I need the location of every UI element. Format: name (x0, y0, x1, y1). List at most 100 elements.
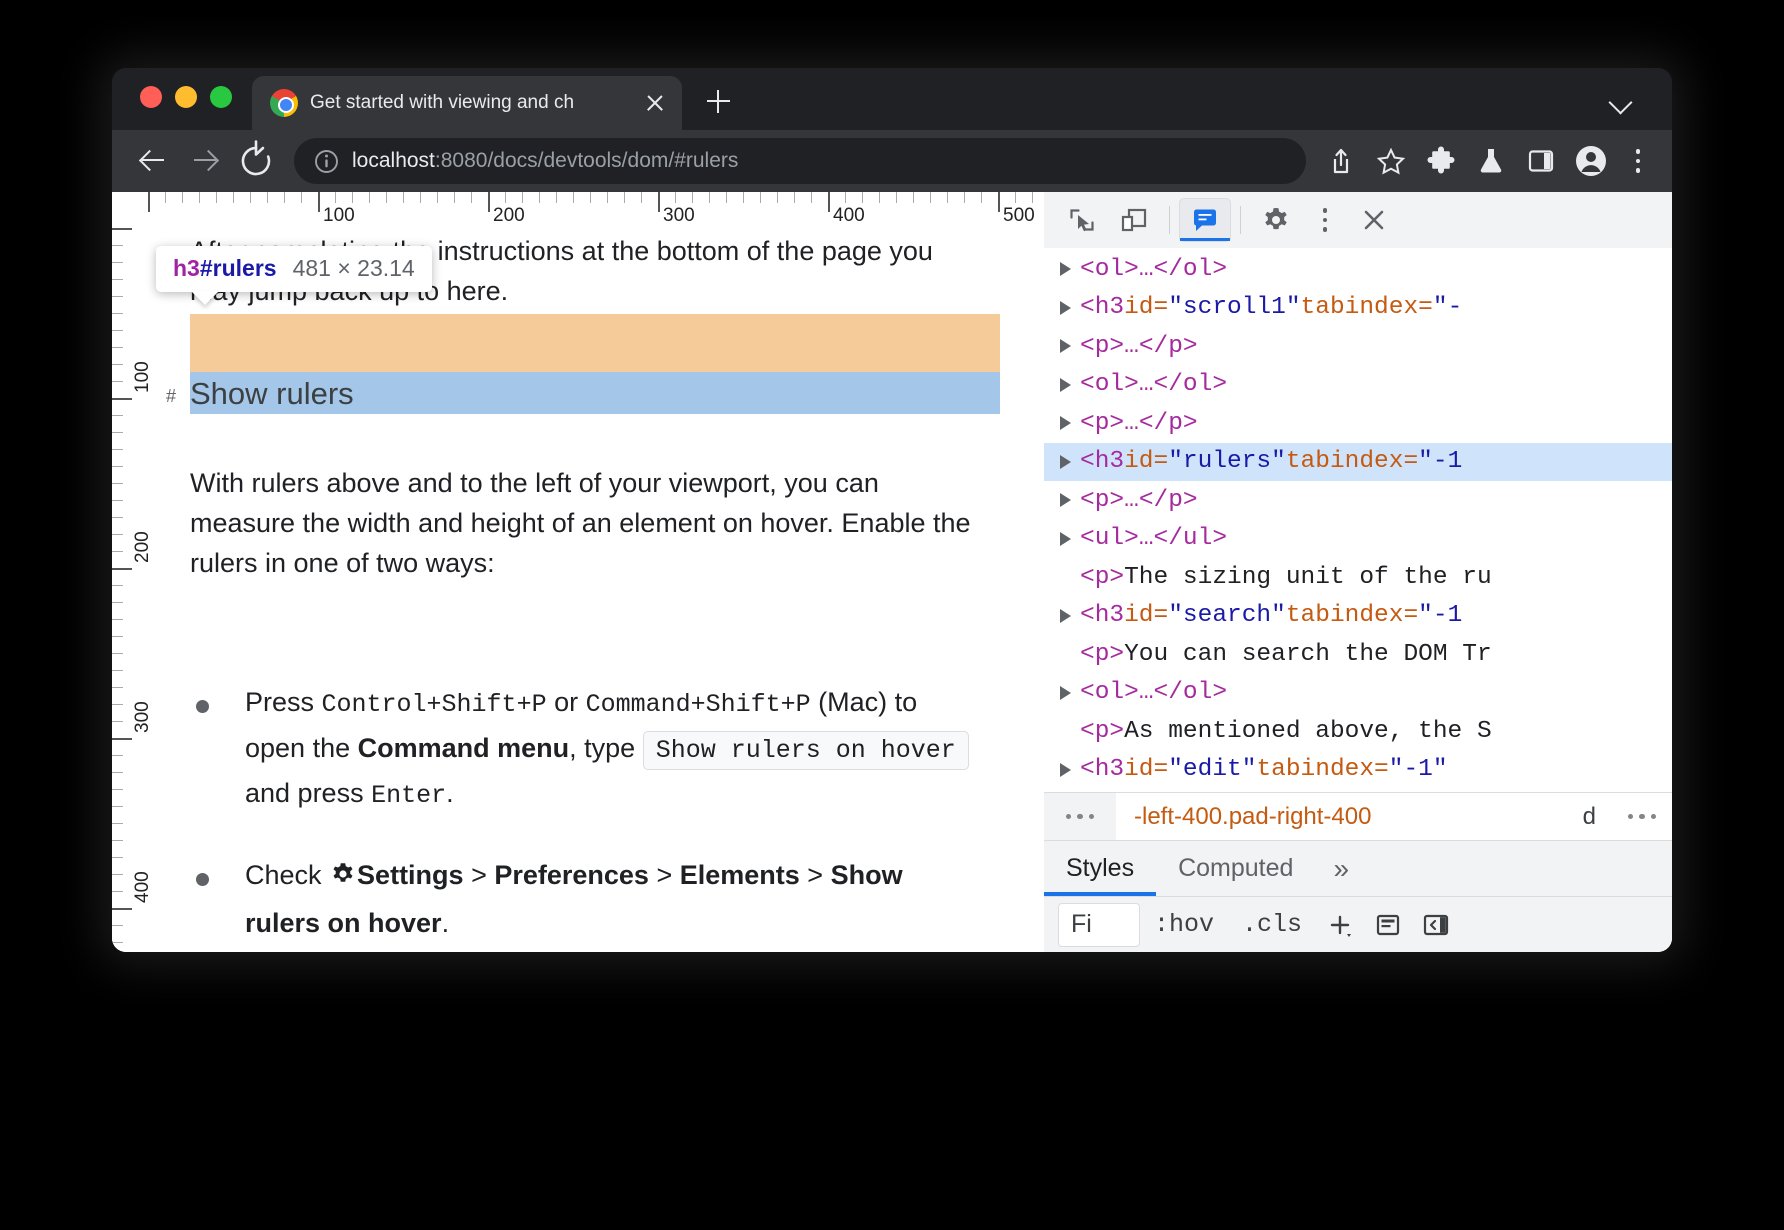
b2-l2-post: . (442, 908, 450, 938)
url-text: localhost:8080/docs/devtools/dom/#rulers (352, 149, 1288, 173)
ruler-tick (1015, 192, 1016, 203)
breadcrumb-overflow-button[interactable] (1044, 793, 1116, 841)
expand-triangle-icon[interactable] (1058, 339, 1080, 353)
browser-tab[interactable]: Get started with viewing and ch (252, 76, 682, 130)
maximize-window-button[interactable] (210, 86, 232, 108)
filter-input[interactable]: Fi (1058, 903, 1140, 947)
dom-row[interactable]: <ol>…</ol> (1044, 674, 1672, 713)
ruler-tick (199, 192, 200, 203)
toggle-sidebar-icon[interactable] (1412, 903, 1460, 947)
experiments-flask-icon[interactable] (1468, 138, 1514, 184)
ruler-tick (112, 704, 123, 705)
copy-styles-icon[interactable] (1364, 903, 1412, 947)
minimize-window-button[interactable] (175, 86, 197, 108)
dom-row[interactable]: <ol>…</ol> (1044, 250, 1672, 289)
dom-token: "search" (1168, 602, 1286, 629)
ruler-tick (352, 192, 353, 203)
dom-token: As mentioned above, the S (1124, 718, 1492, 745)
dom-row[interactable]: <p>As mentioned above, the S (1044, 712, 1672, 751)
expand-triangle-icon[interactable] (1058, 763, 1080, 777)
dom-row[interactable]: <ul>…</ul> (1044, 520, 1672, 559)
back-button[interactable] (128, 137, 176, 185)
expand-triangle-icon[interactable] (1058, 301, 1080, 315)
dom-token: </p> (1139, 487, 1198, 514)
dom-row[interactable]: <p>…</p> (1044, 404, 1672, 443)
dom-token: id= (1124, 602, 1168, 629)
devtools-panel: <ol>…</ol><h3 id="scroll1" tabindex="-<p… (1044, 192, 1672, 952)
device-toolbar-icon[interactable] (1108, 198, 1160, 242)
reload-button[interactable] (232, 137, 280, 185)
close-window-button[interactable] (140, 86, 162, 108)
ruler-tick (964, 192, 965, 203)
expand-triangle-icon[interactable] (1058, 532, 1080, 546)
dom-row[interactable]: <p>…</p> (1044, 481, 1672, 520)
dom-row[interactable]: <h3 id="edit" tabindex="-1" (1044, 751, 1672, 790)
dom-token: The sizing unit of the ru (1124, 564, 1492, 591)
tab-styles[interactable]: Styles (1044, 841, 1156, 896)
close-icon[interactable] (642, 90, 668, 116)
inspect-cursor-icon[interactable] (1056, 198, 1108, 242)
chevron-down-icon[interactable] (1608, 88, 1636, 116)
close-x-icon[interactable] (1348, 198, 1400, 242)
side-panel-icon[interactable] (1518, 138, 1564, 184)
expand-triangle-icon[interactable] (1058, 686, 1080, 700)
dom-row[interactable]: <p>The sizing unit of the ru (1044, 558, 1672, 597)
devtools-toolbar (1044, 192, 1672, 248)
expand-triangle-icon[interactable] (1058, 416, 1080, 430)
dom-row[interactable]: <p>…</p> (1044, 327, 1672, 366)
dom-tree[interactable]: <ol>…</ol><h3 id="scroll1" tabindex="-<p… (1044, 248, 1672, 792)
ruler-tick (182, 192, 183, 203)
ruler-tick (112, 755, 123, 756)
ruler-tick (148, 192, 150, 212)
ruler-tick (112, 517, 123, 518)
new-tab-button[interactable] (692, 75, 744, 127)
gear-icon[interactable] (1250, 198, 1302, 242)
more-tabs-chevron-icon[interactable]: » (1315, 841, 1367, 896)
dom-token: tabindex= (1286, 448, 1418, 475)
breadcrumb-trailing[interactable]: d (1567, 803, 1612, 831)
expand-triangle-icon[interactable] (1058, 493, 1080, 507)
ruler-tick (112, 738, 132, 740)
breadcrumb-trailing-overflow[interactable] (1612, 793, 1672, 841)
site-info-icon[interactable] (314, 149, 339, 174)
hov-button[interactable]: :hov (1140, 903, 1228, 947)
cls-button[interactable]: .cls (1228, 903, 1316, 947)
profile-avatar-icon[interactable] (1568, 138, 1614, 184)
new-style-rule-button[interactable] (1316, 903, 1364, 947)
ruler-tick (112, 415, 123, 416)
ruler-tick (607, 192, 608, 203)
dom-token: You can search the DOM Tr (1124, 641, 1492, 668)
b2-prefs: Preferences (494, 860, 649, 890)
chrome-menu-kebab-icon[interactable] (1618, 138, 1658, 184)
dom-row[interactable]: <p>You can search the DOM Tr (1044, 635, 1672, 674)
dom-row[interactable]: <ol>…</ol> (1044, 366, 1672, 405)
highlight-margin-box (190, 314, 1000, 372)
address-bar[interactable]: localhost:8080/docs/devtools/dom/#rulers (294, 138, 1306, 184)
expand-triangle-icon[interactable] (1058, 455, 1080, 469)
extensions-puzzle-icon[interactable] (1418, 138, 1464, 184)
expand-triangle-icon[interactable] (1058, 262, 1080, 276)
kebab-menu-icon[interactable] (1302, 198, 1348, 242)
ruler-tick (862, 192, 863, 203)
dom-token: … (1124, 410, 1139, 437)
issues-message-icon[interactable] (1179, 198, 1231, 242)
dom-token: <ol> (1080, 679, 1139, 706)
ruler-label: 500 (1003, 205, 1035, 227)
b2-settings: Settings (357, 860, 464, 890)
ruler-tick (471, 192, 472, 203)
ruler-label: 300 (132, 701, 154, 733)
forward-button[interactable] (180, 137, 228, 185)
dom-row-selected[interactable]: <h3 id="rulers" tabindex="-1 (1044, 443, 1672, 482)
breadcrumb-selector[interactable]: -left-400.pad-right-400 (1116, 803, 1567, 831)
star-icon[interactable] (1368, 138, 1414, 184)
ruler-tick (403, 192, 404, 203)
expand-triangle-icon[interactable] (1058, 609, 1080, 623)
bullet-2-text: Check Settings > Preferences > Elements … (245, 853, 903, 947)
dom-row[interactable]: <h3 id="search" tabindex="-1 (1044, 597, 1672, 636)
tab-computed[interactable]: Computed (1156, 841, 1315, 896)
ruler-tick (539, 192, 540, 203)
expand-triangle-icon[interactable] (1058, 378, 1080, 392)
dom-row[interactable]: <h3 id="scroll1" tabindex="- (1044, 289, 1672, 328)
share-icon[interactable] (1318, 138, 1364, 184)
ruler-tick (112, 398, 132, 400)
